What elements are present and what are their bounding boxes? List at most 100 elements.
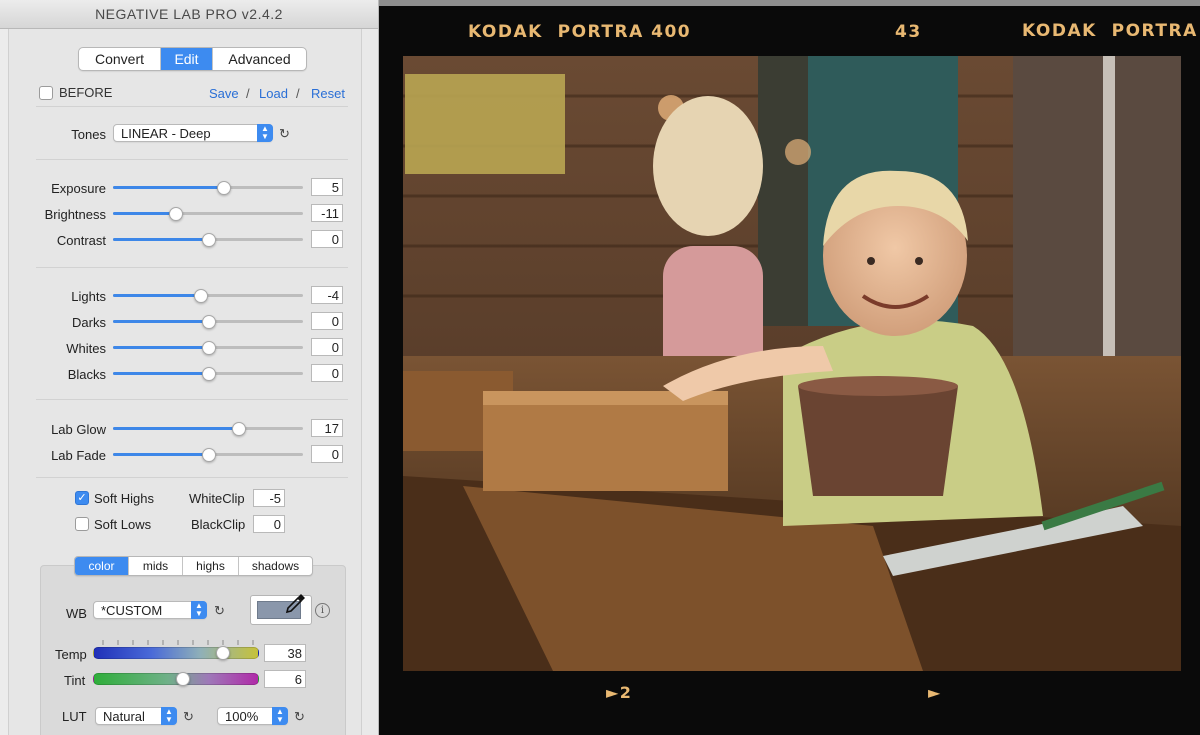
exposure-slider[interactable] xyxy=(113,186,303,189)
tab-advanced[interactable]: Advanced xyxy=(213,48,306,70)
lut-strength-value: 100% xyxy=(225,709,259,724)
contrast-label: Contrast xyxy=(56,233,106,248)
main-tabs: Convert Edit Advanced xyxy=(78,47,307,71)
wb-select[interactable]: *CUSTOM ▲ ▼ xyxy=(93,601,207,619)
negative-lab-pro-panel: NEGATIVE LAB PRO v2.4.2 Convert Edit Adv… xyxy=(0,0,379,735)
chevron-updown-icon: ▲ ▼ xyxy=(257,124,273,142)
chevron-updown-icon: ▲ ▼ xyxy=(191,601,207,619)
soft-highs-checkbox[interactable]: ✓ xyxy=(75,491,89,505)
tab-mids[interactable]: mids xyxy=(129,557,183,575)
whites-label: Whites xyxy=(66,341,106,356)
lut-strength-reset-icon[interactable]: ↻ xyxy=(294,709,305,725)
lab-glow-slider[interactable] xyxy=(113,427,303,430)
brightness-slider[interactable] xyxy=(113,212,303,215)
lut-label: LUT xyxy=(62,709,87,724)
film-frame-number: 43 xyxy=(895,22,922,42)
divider xyxy=(36,477,348,478)
contrast-value[interactable]: 0 xyxy=(311,230,343,248)
film-edge-text-right: KODAK PORTRA 4 xyxy=(1022,21,1200,41)
tab-shadows[interactable]: shadows xyxy=(239,557,312,575)
black-clip-value[interactable]: 0 xyxy=(253,515,285,533)
white-clip-label: WhiteClip xyxy=(189,491,245,506)
lab-glow-slider-knob[interactable] xyxy=(232,422,246,436)
color-tabs: color mids highs shadows xyxy=(74,556,313,576)
chevron-updown-icon: ▲ ▼ xyxy=(272,707,288,725)
lights-value[interactable]: -4 xyxy=(311,286,343,304)
lab-glow-label: Lab Glow xyxy=(51,422,106,437)
brightness-value[interactable]: -11 xyxy=(311,204,343,222)
brightness-slider-knob[interactable] xyxy=(169,207,183,221)
panel-scroll-gutter xyxy=(362,29,378,735)
temp-value[interactable]: 38 xyxy=(264,644,306,662)
tones-value: LINEAR - Deep xyxy=(121,126,211,141)
wb-value: *CUSTOM xyxy=(101,603,163,618)
film-arrow-marker: ► xyxy=(928,683,942,702)
contrast-slider-knob[interactable] xyxy=(202,233,216,247)
wb-label: WB xyxy=(66,606,87,621)
darks-value[interactable]: 0 xyxy=(311,312,343,330)
reset-link[interactable]: Reset xyxy=(311,86,345,101)
lut-reset-icon[interactable]: ↻ xyxy=(183,709,194,725)
temp-slider-knob[interactable] xyxy=(216,646,230,660)
lab-fade-value[interactable]: 0 xyxy=(311,445,343,463)
soft-highs-label: Soft Highs xyxy=(94,491,154,506)
window-title: NEGATIVE LAB PRO v2.4.2 xyxy=(0,0,378,29)
blacks-label: Blacks xyxy=(67,367,106,382)
wb-picker-well[interactable] xyxy=(250,592,312,625)
divider xyxy=(36,159,348,160)
lights-label: Lights xyxy=(71,289,106,304)
tones-label: Tones xyxy=(71,127,106,142)
film-frame-marker: ►2 xyxy=(606,683,633,702)
before-label: BEFORE xyxy=(59,85,113,100)
info-icon[interactable]: i xyxy=(315,603,330,618)
load-preset-link[interactable]: Load xyxy=(259,86,288,101)
photo-preview xyxy=(403,56,1181,671)
darks-label: Darks xyxy=(72,315,106,330)
save-preset-link[interactable]: Save xyxy=(209,86,239,101)
white-clip-value[interactable]: -5 xyxy=(253,489,285,507)
soft-lows-checkbox[interactable] xyxy=(75,517,89,531)
lab-glow-value[interactable]: 17 xyxy=(311,419,343,437)
whites-value[interactable]: 0 xyxy=(311,338,343,356)
temp-slider[interactable] xyxy=(93,647,259,659)
whites-slider-knob[interactable] xyxy=(202,341,216,355)
tint-slider-knob[interactable] xyxy=(176,672,190,686)
tones-reset-icon[interactable]: ↻ xyxy=(279,126,290,142)
tab-edit[interactable]: Edit xyxy=(161,48,213,70)
film-edge-text-left: KODAK PORTRA 400 xyxy=(468,22,692,42)
blacks-slider-knob[interactable] xyxy=(202,367,216,381)
exposure-value[interactable]: 5 xyxy=(311,178,343,196)
black-clip-label: BlackClip xyxy=(191,517,246,532)
lut-value: Natural xyxy=(103,709,145,724)
darks-slider-knob[interactable] xyxy=(202,315,216,329)
scanned-photo xyxy=(403,56,1181,671)
lights-slider-knob[interactable] xyxy=(194,289,208,303)
link-separator: / xyxy=(296,86,300,101)
wb-reset-icon[interactable]: ↻ xyxy=(214,603,225,619)
lab-fade-label: Lab Fade xyxy=(51,448,106,463)
lut-strength-select[interactable]: 100% ▲ ▼ xyxy=(217,707,288,725)
divider xyxy=(36,267,348,268)
brightness-label: Brightness xyxy=(44,207,106,222)
link-separator: / xyxy=(246,86,250,101)
divider xyxy=(36,106,348,107)
exposure-slider-knob[interactable] xyxy=(217,181,231,195)
lab-fade-slider-knob[interactable] xyxy=(202,448,216,462)
before-checkbox[interactable] xyxy=(39,86,53,100)
exposure-label: Exposure xyxy=(51,181,106,196)
tint-value[interactable]: 6 xyxy=(264,670,306,688)
soft-lows-label: Soft Lows xyxy=(94,517,152,532)
chevron-updown-icon: ▲ ▼ xyxy=(161,707,177,725)
lights-slider[interactable] xyxy=(113,294,303,297)
tones-select[interactable]: LINEAR - Deep ▲ ▼ xyxy=(113,124,273,142)
tab-convert[interactable]: Convert xyxy=(79,48,161,70)
tab-color[interactable]: color xyxy=(75,557,129,575)
eyedropper-icon[interactable] xyxy=(283,592,307,618)
blacks-value[interactable]: 0 xyxy=(311,364,343,382)
window-top-edge xyxy=(379,0,1200,6)
temp-label: Temp xyxy=(55,647,87,662)
lut-select[interactable]: Natural ▲ ▼ xyxy=(95,707,177,725)
tab-highs[interactable]: highs xyxy=(183,557,239,575)
temp-tick-marks xyxy=(102,640,254,645)
divider xyxy=(36,399,348,400)
